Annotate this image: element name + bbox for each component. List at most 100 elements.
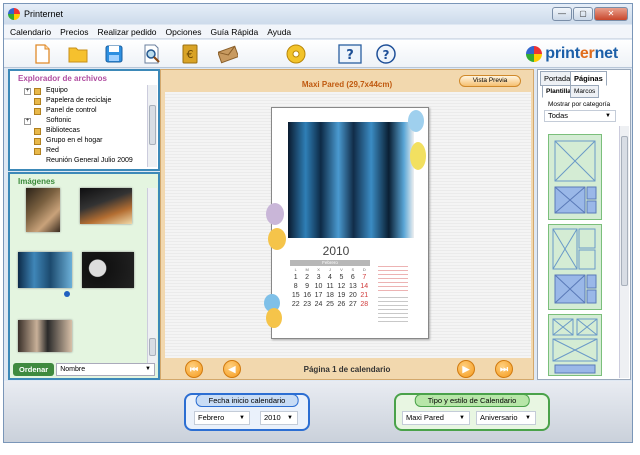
tree-item-label: Equipo bbox=[46, 87, 68, 94]
calendar-day: 22 bbox=[291, 301, 300, 308]
menu-realizar-pedido[interactable]: Realizar pedido bbox=[97, 27, 156, 37]
template-item[interactable] bbox=[548, 314, 602, 376]
tree-item-equipo[interactable]: + Equipo bbox=[10, 86, 158, 96]
image-thumbnail[interactable] bbox=[18, 320, 72, 352]
template-item[interactable] bbox=[548, 224, 602, 310]
images-pane: Imágenes Ordenar Nombre ▼ bbox=[8, 172, 160, 380]
library-icon bbox=[34, 128, 41, 135]
svg-text:?: ? bbox=[383, 48, 390, 62]
calendar-style-group: Tipo y estilo de Calendario Maxi Pared ▼ … bbox=[394, 393, 550, 431]
app-icon bbox=[8, 8, 20, 20]
weekday-label: X bbox=[317, 267, 320, 272]
calendar-type-value: Maxi Pared bbox=[406, 413, 444, 422]
subtab-marcos[interactable]: Marcos bbox=[570, 85, 600, 98]
tree-item-panel-control[interactable]: Panel de control bbox=[10, 106, 158, 116]
start-month-select[interactable]: Febrero ▼ bbox=[194, 411, 250, 425]
options-disc-icon[interactable] bbox=[286, 44, 306, 64]
weekday-label: L bbox=[294, 267, 297, 272]
price-euro-icon[interactable]: € bbox=[180, 44, 200, 64]
menu-bar: Calendario Precios Realizar pedido Opcio… bbox=[4, 25, 632, 39]
image-thumbnail[interactable] bbox=[80, 188, 132, 224]
logo-text-print: print bbox=[545, 45, 580, 62]
last-page-button[interactable]: ⏭ bbox=[495, 360, 513, 378]
expand-icon[interactable]: + bbox=[24, 88, 31, 95]
calendar-type-select[interactable]: Maxi Pared ▼ bbox=[402, 411, 470, 425]
last-page-icon: ⏭ bbox=[499, 364, 509, 374]
preview-button[interactable]: Vista Previa bbox=[459, 75, 521, 87]
start-year-value: 2010 bbox=[264, 413, 281, 422]
category-select[interactable]: Todas ▼ bbox=[544, 110, 616, 122]
month-name: Febrero bbox=[290, 260, 370, 266]
calendar-day: 20 bbox=[348, 292, 357, 299]
tree-item-grupo-hogar[interactable]: Grupo en el hogar bbox=[10, 136, 158, 146]
image-thumbnail[interactable] bbox=[82, 252, 134, 288]
toolbar: € ? ? printernet bbox=[4, 40, 632, 68]
calendar-day: 26 bbox=[337, 301, 346, 308]
quick-guide-icon[interactable]: ? bbox=[338, 44, 362, 64]
tree-item-softonic[interactable]: + Softonic bbox=[10, 116, 158, 126]
balloon-icon bbox=[408, 110, 424, 132]
photo-bottles[interactable] bbox=[288, 122, 414, 238]
calendar-page[interactable]: 2010 Febrero LMXJVSD 1 2 3 4 5 6 7 8 9 10 11 12 13 14… bbox=[264, 107, 429, 339]
scroll-thumb[interactable] bbox=[621, 136, 628, 286]
explorer-scrollbar[interactable] bbox=[147, 85, 157, 167]
start-year-select[interactable]: 2010 ▼ bbox=[260, 411, 298, 425]
tree-item-red[interactable]: Red bbox=[10, 146, 158, 156]
new-document-icon[interactable] bbox=[32, 44, 52, 64]
maximize-button[interactable]: ▢ bbox=[573, 7, 593, 21]
menu-ayuda[interactable]: Ayuda bbox=[267, 27, 291, 37]
tree-item-bibliotecas[interactable]: Bibliotecas bbox=[10, 126, 158, 136]
window-title: Printernet bbox=[24, 9, 64, 19]
order-envelope-icon[interactable] bbox=[218, 44, 238, 64]
tree-item-reunion[interactable]: Reunión General Julio 2009 bbox=[10, 156, 158, 166]
logo-ball-icon bbox=[526, 46, 543, 62]
tree-item-label: Softonic bbox=[46, 117, 72, 124]
template-item[interactable] bbox=[548, 134, 602, 220]
order-select[interactable]: Nombre ▼ bbox=[56, 362, 155, 376]
expand-icon[interactable]: + bbox=[24, 118, 31, 125]
balloon-icon bbox=[266, 203, 284, 225]
templates-pane: Portada Páginas Plantillas Marcos Mostra… bbox=[537, 69, 631, 380]
category-select-value: Todas bbox=[548, 111, 569, 120]
help-icon[interactable]: ? bbox=[376, 44, 396, 64]
calendar-day: 2 bbox=[305, 274, 310, 281]
calendar-day: 24 bbox=[314, 301, 323, 308]
calendar-day: 27 bbox=[348, 301, 357, 308]
menu-calendario[interactable]: Calendario bbox=[10, 27, 51, 37]
calendar-style-select[interactable]: Aniversario ▼ bbox=[476, 411, 536, 425]
open-folder-icon[interactable] bbox=[68, 44, 88, 64]
bottom-bar: Fecha inicio calendario Febrero ▼ 2010 ▼ T… bbox=[4, 381, 632, 442]
images-scrollbar[interactable] bbox=[147, 188, 157, 364]
scroll-thumb[interactable] bbox=[149, 338, 156, 356]
templates-scrollbar[interactable] bbox=[619, 126, 629, 378]
menu-guia-rapida[interactable]: Guía Rápida bbox=[210, 27, 258, 37]
save-disk-icon[interactable] bbox=[104, 44, 124, 64]
scroll-thumb[interactable] bbox=[149, 105, 156, 145]
logo-text-net: net bbox=[594, 45, 619, 62]
tree-item-papelera[interactable]: Papelera de reciclaje bbox=[10, 96, 158, 106]
start-date-group: Fecha inicio calendario Febrero ▼ 2010 ▼ bbox=[184, 393, 310, 431]
calendar-day: 5 bbox=[339, 274, 344, 281]
order-control: Ordenar Nombre ▼ bbox=[13, 362, 155, 376]
tab-paginas[interactable]: Páginas bbox=[570, 71, 607, 86]
calendar-year: 2010 bbox=[322, 244, 350, 258]
next-icon: ▶ bbox=[462, 364, 470, 374]
weekday-label: S bbox=[351, 267, 355, 272]
tree-item-label: Bibliotecas bbox=[46, 127, 80, 134]
images-title: Imágenes bbox=[18, 177, 55, 186]
image-thumbnail[interactable] bbox=[26, 188, 60, 232]
title-bar: Printernet — ▢ ✕ bbox=[4, 4, 632, 24]
image-thumbnail[interactable] bbox=[18, 252, 72, 288]
svg-text:€: € bbox=[187, 48, 194, 61]
minimize-button[interactable]: — bbox=[552, 7, 572, 21]
menu-opciones[interactable]: Opciones bbox=[166, 27, 202, 37]
logo-text-er: er bbox=[579, 45, 595, 62]
calendar-style-label: Tipo y estilo de Calendario bbox=[414, 394, 530, 407]
weekday-label: M bbox=[305, 267, 309, 272]
print-preview-icon[interactable] bbox=[142, 44, 162, 64]
close-button[interactable]: ✕ bbox=[594, 7, 628, 21]
printernet-logo: printernet bbox=[526, 45, 618, 63]
next-page-button[interactable]: ▶ bbox=[457, 360, 475, 378]
page-label: Página 1 de calendario bbox=[303, 365, 391, 374]
menu-precios[interactable]: Precios bbox=[60, 27, 88, 37]
